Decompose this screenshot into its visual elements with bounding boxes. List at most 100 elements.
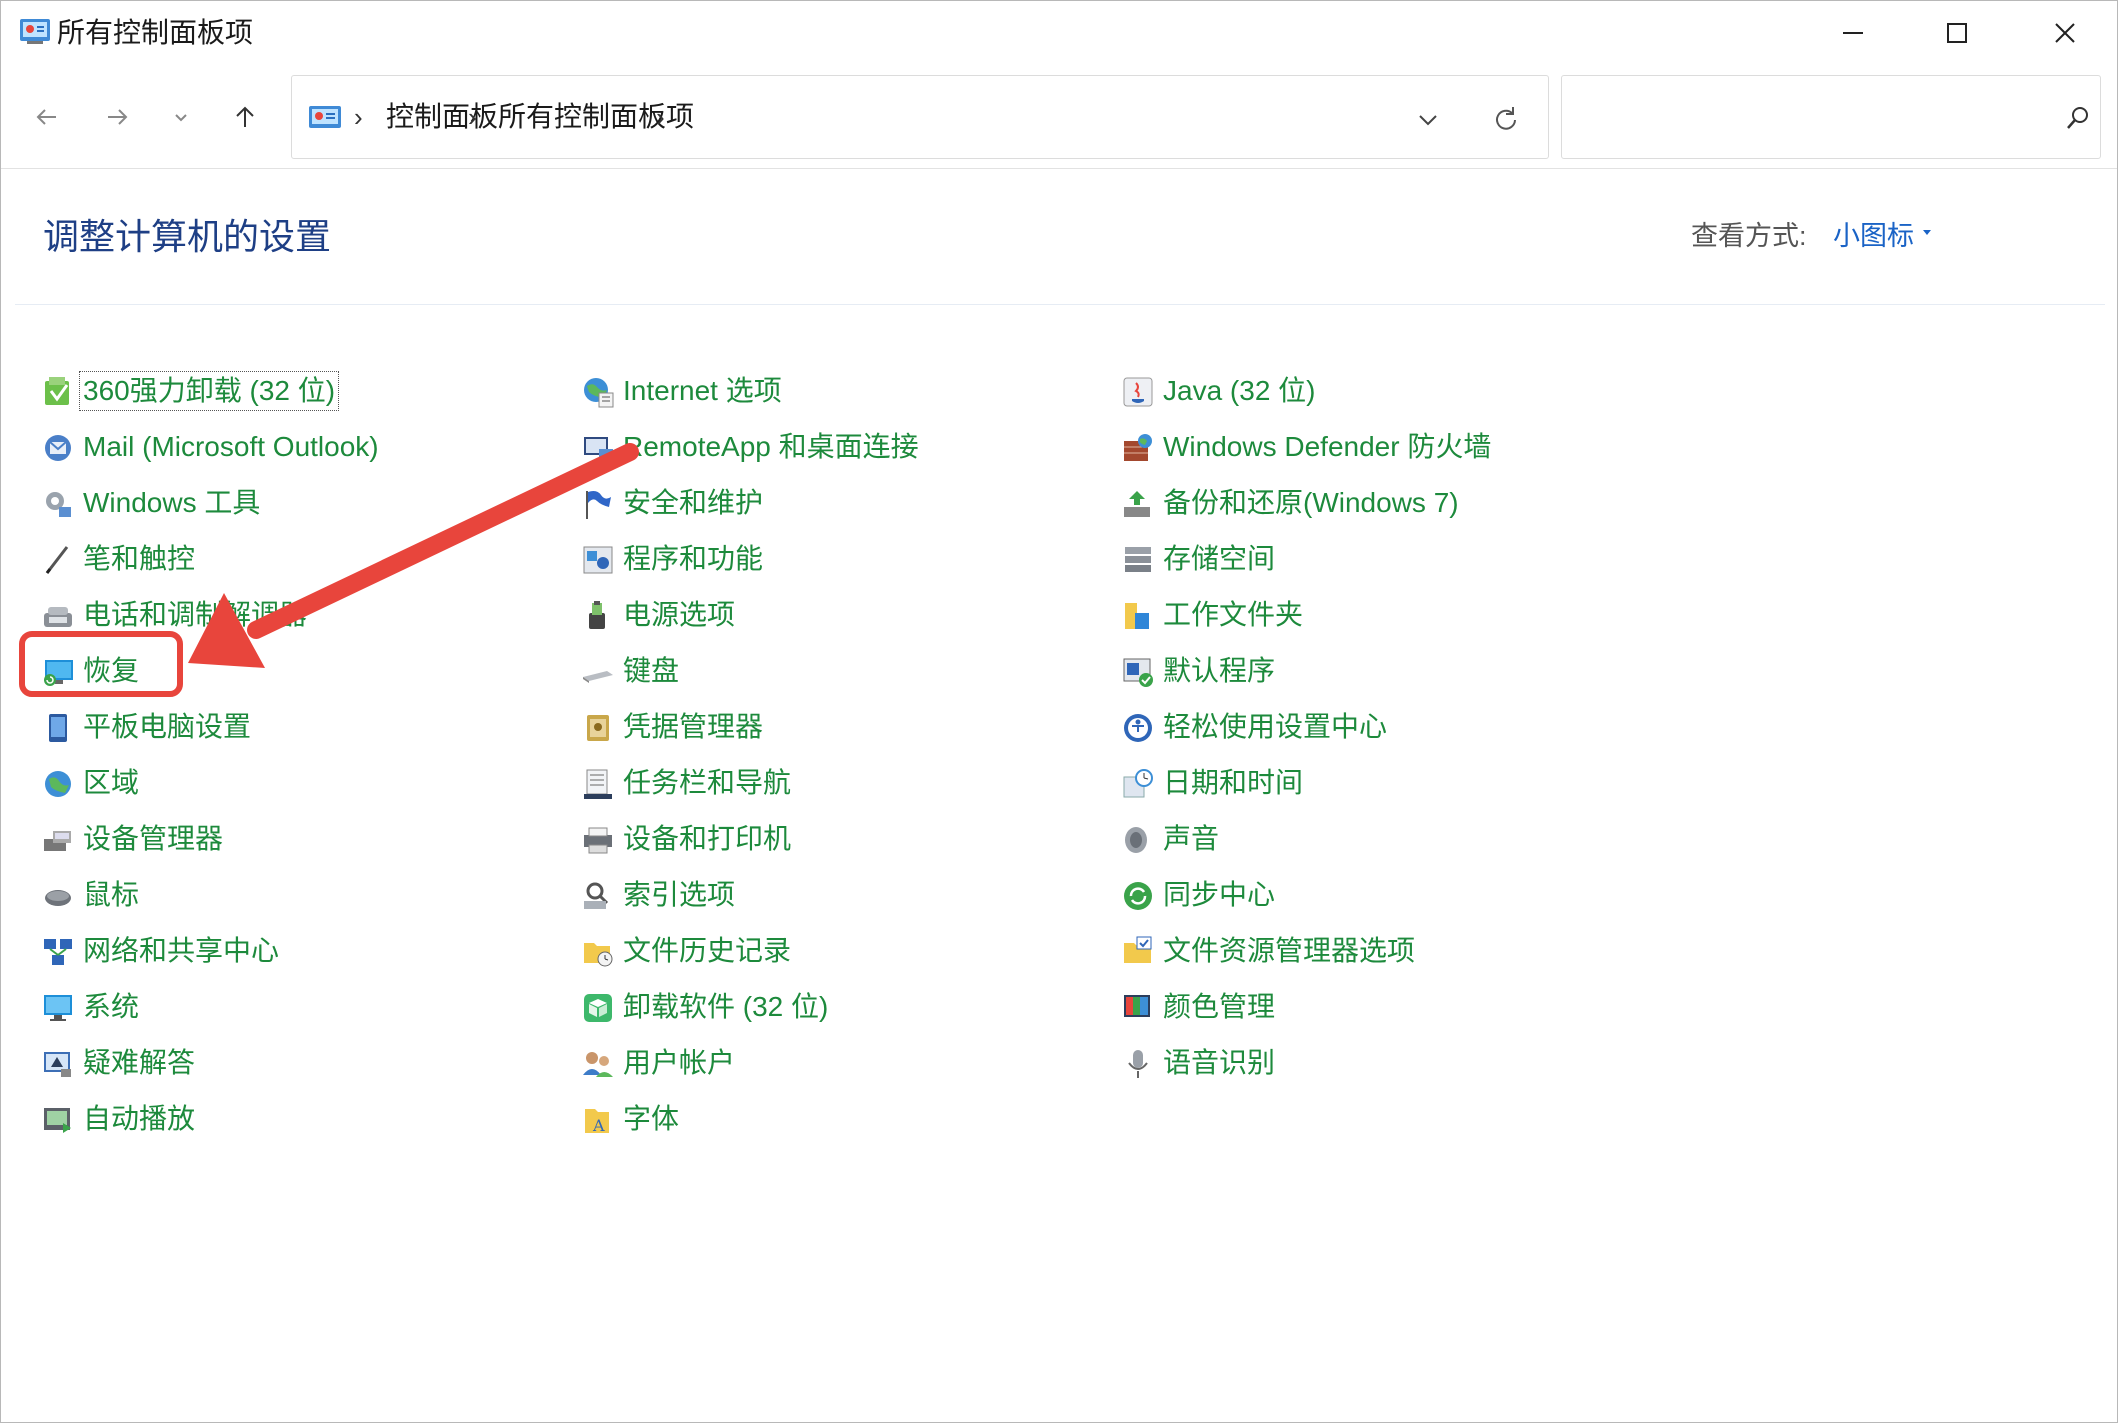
item-label: 平板电脑设置 [83,711,252,742]
maximize-icon [1947,23,1967,43]
credential-icon [587,715,609,741]
item-label: 默认程序 [1163,655,1276,686]
item-label: 备份和还原(Windows 7) [1163,487,1459,518]
window-title: 所有控制面板项 [57,17,254,48]
remoteapp-icon [584,437,613,461]
refresh-icon[interactable] [1488,102,1524,138]
item-label: 字体 [623,1103,680,1134]
work-folder-icon [1125,603,1149,629]
minimize-icon [1843,32,1863,34]
item-label: 系统 [83,991,140,1022]
close-button[interactable] [2013,1,2117,65]
control-panel-window: 所有控制面板项 › 控制面板 › 所有控制面板项 › 调整计算机的设置 查看方式… [0,0,2118,1423]
minimize-button[interactable] [1801,1,1905,65]
view-by-label: 查看方式: [1691,221,1807,251]
item-label: 颜色管理 [1163,991,1276,1022]
default-programs-icon [1123,658,1153,687]
item-label: 索引选项 [623,879,736,910]
search-icon [2067,107,2088,129]
control-panel-icon [20,19,50,44]
ease-of-access-icon [1124,714,1152,742]
divider [1,168,2117,169]
monitor-icon [44,995,72,1021]
item-label: 文件资源管理器选项 [1163,935,1416,966]
item-label: 恢复 [83,655,140,686]
back-button[interactable] [23,93,71,141]
item-label: 工作文件夹 [1163,599,1304,630]
printer-icon [584,827,612,854]
item-label: 任务栏和导航 [623,767,792,798]
storage-icon [1125,547,1151,572]
package-icon [584,994,612,1022]
globe-icon [45,771,71,797]
clock-icon [1123,769,1153,798]
power-icon [589,601,605,629]
breadcrumb-separator-icon[interactable]: › [656,100,665,134]
mail-icon [45,435,71,461]
speaker-icon [1125,827,1147,853]
item-label: 轻松使用设置中心 [1163,711,1388,742]
arrow-up-icon [236,106,254,127]
page-title: 调整计算机的设置 [43,216,332,257]
item-label: 文件历史记录 [623,935,792,966]
recent-locations-button[interactable] [157,93,205,141]
autoplay-icon [44,1108,71,1133]
gear-icon [46,492,71,517]
divider [15,304,2105,305]
tablet-icon [49,714,67,742]
item-label: 疑难解答 [83,1047,196,1078]
users-icon [583,1052,613,1077]
item-label: 笔和触控 [83,543,196,574]
view-by-dropdown[interactable]: 小图标 [1833,219,1914,253]
item-label: Windows Defender 防火墙 [1163,431,1492,462]
close-icon [2055,23,2075,43]
forward-button[interactable] [93,93,141,141]
recovery-icon [44,660,73,686]
taskbar-icon [584,769,612,799]
item-label: 网络和共享中心 [83,935,280,966]
chevron-down-icon [175,114,187,122]
uninstaller-icon [45,377,69,405]
item-label: 电源选项 [623,599,736,630]
java-icon [1123,377,1153,407]
item-label: 鼠标 [83,879,140,910]
font-folder-icon: A [585,1109,609,1135]
up-button[interactable] [221,93,269,141]
search-box[interactable] [1561,75,2101,159]
title-bar: 所有控制面板项 [1,1,2117,65]
phone-modem-icon [44,607,72,627]
item-label: 自动播放 [83,1103,196,1134]
index-icon [584,882,609,909]
svg-text:A: A [592,1116,605,1135]
keyboard-icon [583,671,613,683]
file-history-icon [584,943,613,967]
sync-icon [1124,882,1152,910]
chevron-down-icon[interactable] [1410,102,1446,138]
folder-options-icon [1124,936,1152,963]
color-management-icon [1124,995,1150,1017]
breadcrumb-separator-icon[interactable]: › [468,100,477,134]
item-label: Internet 选项 [623,375,782,406]
item-label: 凭据管理器 [623,711,764,742]
item-label: 设备管理器 [83,823,224,854]
backup-icon [1124,491,1150,517]
item-label: Windows 工具 [83,487,261,518]
address-bar[interactable]: › 控制面板 › 所有控制面板项 › [291,75,1549,159]
item-label: 用户帐户 [623,1047,736,1078]
caret-down-icon[interactable] [1922,229,1932,237]
troubleshoot-icon [44,1052,71,1077]
item-label: RemoteApp 和桌面连接 [623,431,919,462]
network-icon [44,939,72,965]
item-label: 电话和调制解调器 [83,599,308,630]
item-label: Mail (Microsoft Outlook) [83,431,379,462]
maximize-button[interactable] [1905,1,2009,65]
item-label: 存储空间 [1163,543,1276,574]
item-label: 程序和功能 [623,543,764,574]
item-label: 360强力卸载 (32 位) [78,371,340,411]
device-manager-icon [44,831,71,851]
firewall-icon [1124,434,1152,461]
item-label: 设备和打印机 [623,823,792,854]
breadcrumb-separator-icon[interactable]: › [354,100,363,134]
item-label: 语音识别 [1163,1047,1276,1078]
breadcrumb-control-panel[interactable]: 控制面板 [386,100,498,134]
